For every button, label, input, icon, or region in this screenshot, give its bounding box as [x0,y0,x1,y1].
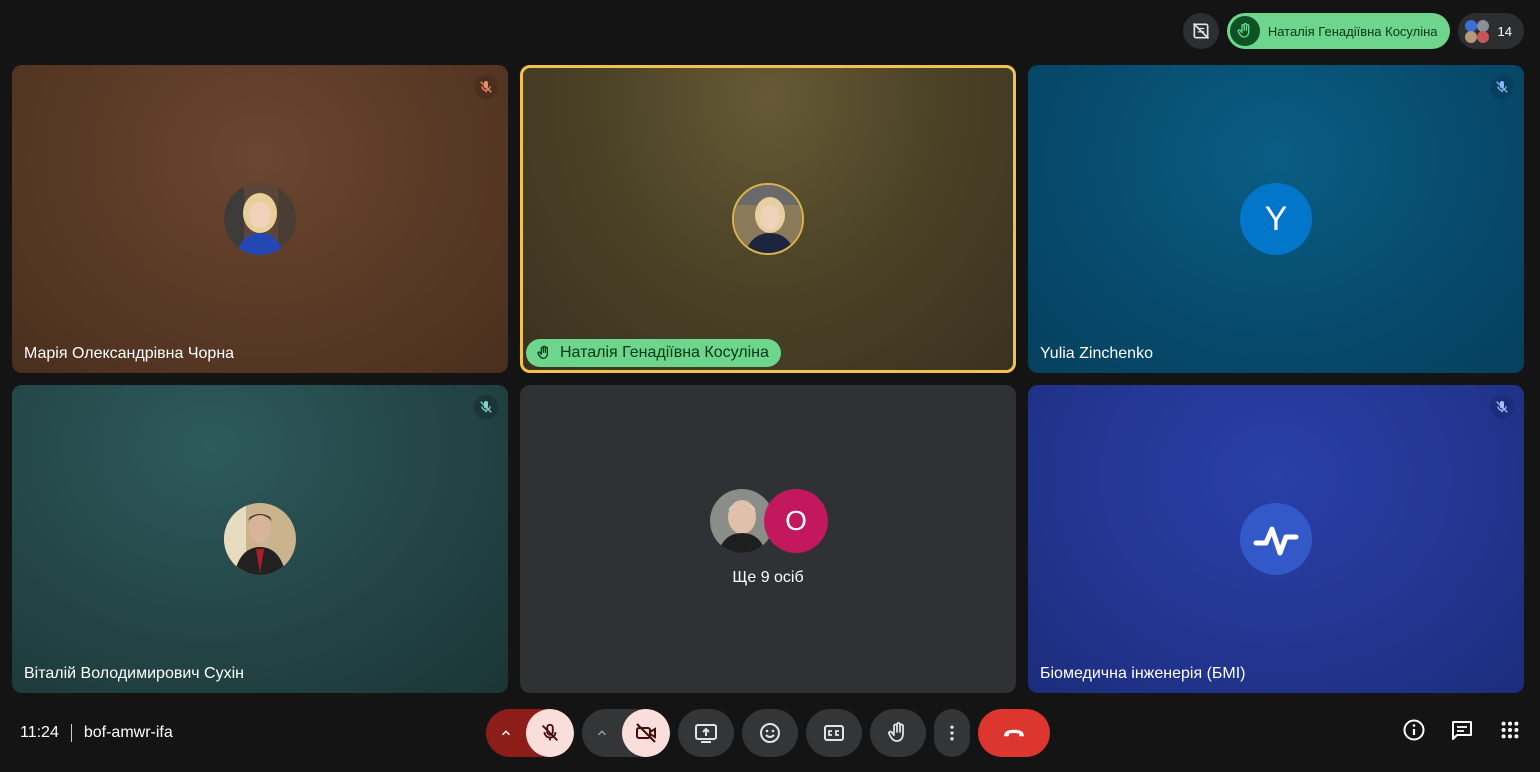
raised-hand-icon [537,345,548,360]
call-controls [486,709,1050,757]
mic-toggle-button[interactable] [526,709,574,757]
camera-control-group [582,709,670,757]
frame-off-icon [1192,22,1209,40]
meeting-details-button[interactable] [1402,718,1426,742]
participant-avatars [1464,18,1490,44]
raised-hand-icon [1229,16,1260,46]
participant-tile[interactable]: Марія Олександрівна Чорна [12,65,508,373]
mic-off-icon [474,395,498,419]
reactions-button[interactable] [742,709,798,757]
raise-hand-button[interactable] [870,709,926,757]
call-end-icon [1004,729,1024,737]
apps-grid-icon [1501,721,1519,739]
pulse-logo-icon [1253,526,1299,556]
leave-call-button[interactable] [978,709,1050,757]
raised-hand-indicator[interactable]: Наталія Генадіївна Косуліна [1226,13,1450,49]
participant-name: Віталій Володимирович Сухін [24,665,244,682]
hidden-tile-button[interactable] [1182,13,1219,49]
active-speaker-tile[interactable]: Наталія Генадіївна Косуліна [520,65,1016,373]
meeting-info: 11:24 bof-amwr-ifa [20,724,173,742]
camera-off-icon [636,723,656,743]
participant-count: 14 [1497,23,1512,39]
mic-off-icon [474,75,498,99]
participant-avatar [1240,503,1312,575]
audio-options-button[interactable] [486,709,526,757]
chat-icon [1452,721,1472,740]
camera-toggle-button[interactable] [622,709,670,757]
participants-button[interactable]: 14 [1457,13,1524,49]
mic-control-group [486,709,574,757]
side-panel-controls [1402,718,1522,742]
participant-avatar [224,503,296,575]
raise-hand-icon [888,722,904,742]
chat-button[interactable] [1450,718,1474,742]
mic-off-icon [1490,75,1514,99]
participant-tile[interactable]: Біомедична інженерія (БМІ) [1028,385,1524,693]
bottom-bar: 11:24 bof-amwr-ifa [0,700,1540,772]
raised-hand-name: Наталія Генадіївна Косуліна [1267,23,1438,39]
participant-avatar [732,183,804,255]
mic-off-icon [1490,395,1514,419]
activities-button[interactable] [1498,718,1522,742]
participant-tile[interactable]: Y Yulia Zinchenko [1028,65,1524,373]
participant-name: Марія Олександрівна Чорна [24,345,235,362]
participant-name: Біомедична інженерія (БМІ) [1040,665,1246,682]
meeting-code: bof-amwr-ifa [83,724,173,741]
participant-tile[interactable]: Віталій Володимирович Сухін [12,385,508,693]
chevron-up-icon [597,730,607,736]
video-options-button[interactable] [582,709,622,757]
speaker-name-badge: Наталія Генадіївна Косуліна [526,339,781,367]
top-bar: Наталія Генадіївна Косуліна 14 [1182,12,1524,50]
more-participants-tile[interactable]: О Ще 9 осіб [520,385,1016,693]
info-icon [1403,719,1425,741]
participant-avatar: Y [1240,183,1312,255]
participant-name: Yulia Zinchenko [1040,345,1153,362]
participant-name: Наталія Генадіївна Косуліна [560,344,769,361]
clock-time: 11:24 [20,724,59,741]
captions-button[interactable] [806,709,862,757]
emoji-icon [760,723,780,743]
mic-off-icon [542,723,558,741]
more-options-button[interactable] [934,709,970,757]
more-participants-label: Ще 9 осіб [732,569,804,586]
more-vert-icon [950,725,954,741]
participant-avatar [224,183,296,255]
divider [70,724,72,742]
closed-captions-icon [824,725,844,741]
present-screen-icon [695,724,717,743]
present-screen-button[interactable] [678,709,734,757]
participant-avatar: О [764,489,828,553]
chevron-up-icon [501,730,511,736]
